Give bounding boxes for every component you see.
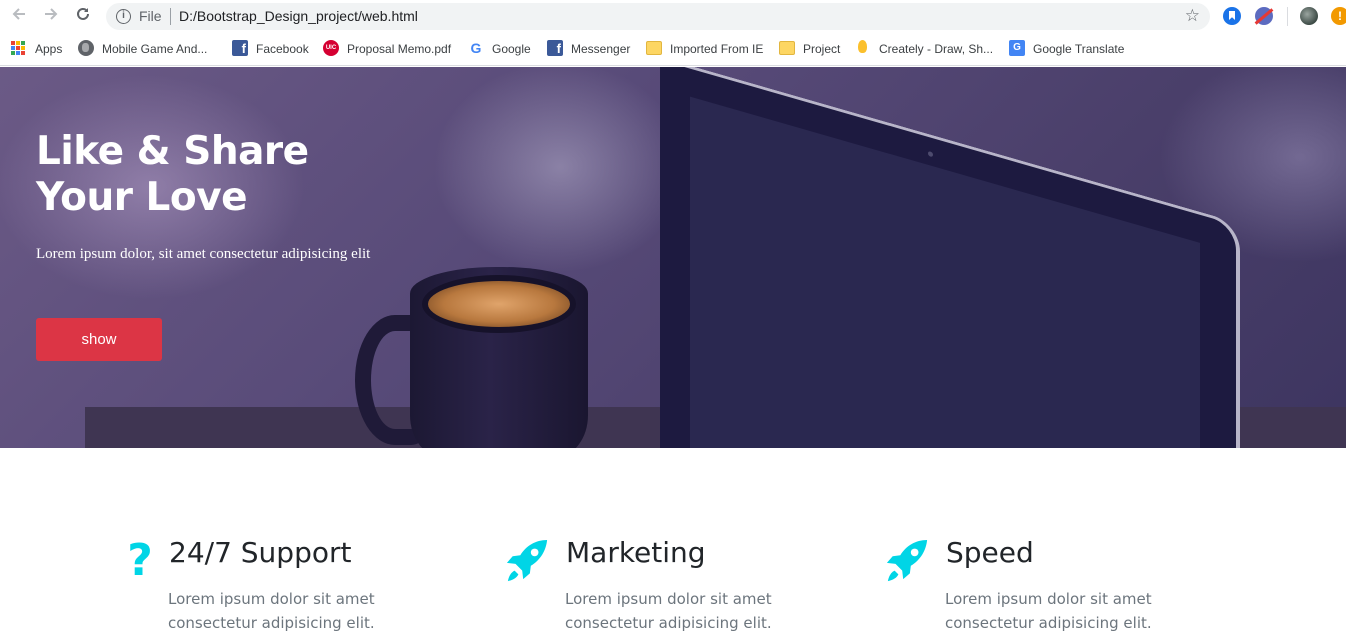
bookmark-label: Facebook [256, 42, 309, 56]
feature-title: 24/7 Support [169, 536, 352, 569]
uic-icon: UIC [323, 40, 339, 56]
bookmark-label: Messenger [571, 42, 631, 56]
globe-icon [78, 40, 94, 56]
bookmark-label: Creately - Draw, Sh... [879, 42, 994, 56]
back-button[interactable] [8, 5, 30, 27]
folder-icon [779, 41, 795, 55]
bookmark-label: Google [492, 42, 531, 56]
hero-coffee-mug-image [410, 267, 588, 448]
bookmark-label: Mobile Game And... [102, 42, 208, 56]
alert-icon[interactable]: ! [1331, 7, 1346, 25]
feature-text: Lorem ipsum dolor sit amet consectetur a… [168, 590, 375, 632]
laptop-screen [690, 96, 1200, 448]
toolbar-divider [1287, 7, 1288, 26]
mug-rim [422, 275, 576, 333]
blocker-extension-icon[interactable] [1255, 7, 1273, 25]
folder-icon [646, 41, 662, 55]
question-icon: ? [127, 535, 153, 586]
reload-icon [77, 7, 89, 20]
laptop-camera [928, 150, 933, 158]
bookmark-extension-icon[interactable] [1223, 7, 1241, 25]
bookmark-label: Proposal Memo.pdf [347, 42, 452, 56]
profile-avatar[interactable] [1300, 7, 1318, 25]
star-icon[interactable]: ☆ [1185, 6, 1200, 26]
feature-text: Lorem ipsum dolor sit amet consectetur a… [945, 590, 1152, 632]
rocket-icon [506, 539, 548, 582]
arrow-right-icon [45, 8, 58, 20]
lightbulb-icon [858, 40, 867, 53]
google-icon: G [470, 40, 482, 56]
facebook-icon: f [232, 40, 248, 56]
feature-text: Lorem ipsum dolor sit amet consectetur a… [565, 590, 772, 632]
browser-toolbar: i File D:/Bootstrap_Design_project/web.h… [0, 0, 1346, 33]
apps-grid-icon [10, 40, 26, 56]
show-button[interactable]: show [36, 318, 162, 361]
facebook-icon: f [547, 40, 563, 56]
info-icon[interactable]: i [116, 9, 131, 24]
bookmark-label: Imported From IE [670, 42, 764, 56]
bookmark-label: Google Translate [1033, 42, 1125, 56]
hero-section: Like & Share Your Love Lorem ipsum dolor… [0, 67, 1346, 448]
address-bar[interactable]: i File D:/Bootstrap_Design_project/web.h… [106, 3, 1210, 30]
url-text[interactable]: D:/Bootstrap_Design_project/web.html [179, 8, 418, 24]
bookmarks-bar: Apps Mobile Game And... f Facebook UIC P… [0, 33, 1346, 66]
forward-button[interactable] [40, 5, 62, 27]
coffee [428, 281, 570, 327]
translate-icon: G [1009, 40, 1025, 56]
hero-text: Lorem ipsum dolor, sit amet consectetur … [36, 246, 371, 262]
rocket-icon [886, 539, 928, 582]
hero-title: Like & Share Your Love [36, 129, 309, 220]
arrow-left-icon [12, 8, 25, 20]
hero-laptop-image [660, 67, 1240, 448]
reload-button[interactable] [72, 5, 94, 27]
scheme-label: File [139, 8, 162, 24]
omnibox-divider [170, 8, 171, 25]
bookmark-label: Apps [35, 42, 63, 56]
feature-title: Speed [946, 536, 1034, 569]
bookmark-label: Project [803, 42, 841, 56]
feature-title: Marketing [566, 536, 706, 569]
